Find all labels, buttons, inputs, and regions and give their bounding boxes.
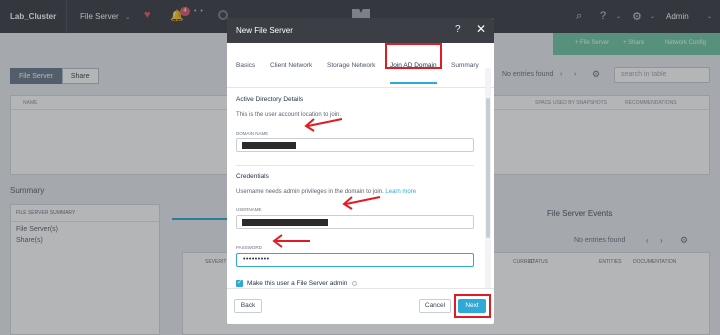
redacted-value — [242, 219, 328, 226]
section-divider — [236, 165, 474, 166]
domain-name-label: DOMAIN NAME — [236, 131, 269, 136]
section-ad-details: Active Directory Details — [236, 96, 304, 103]
step-summary[interactable]: Summary — [451, 43, 479, 88]
info-icon[interactable] — [352, 281, 357, 286]
password-input[interactable]: ••••••••• — [236, 253, 474, 267]
new-file-server-dialog: New File Server ? ✕ Basics Client Networ… — [227, 18, 494, 324]
annotation-arrow — [272, 234, 310, 248]
password-value: ••••••••• — [243, 256, 270, 263]
cancel-button[interactable]: Cancel — [419, 299, 451, 313]
annotation-arrow — [342, 196, 381, 210]
step-basics[interactable]: Basics — [236, 43, 255, 88]
username-input[interactable] — [236, 215, 474, 229]
wizard-steps: Basics Client Network Storage Network Jo… — [227, 43, 494, 88]
section-credentials: Credentials — [236, 173, 269, 180]
close-icon[interactable]: ✕ — [476, 22, 486, 36]
learn-more-link[interactable]: Learn more — [385, 189, 416, 195]
file-server-admin-label: Make this user a File Server admin — [247, 280, 348, 287]
help-icon[interactable]: ? — [455, 24, 461, 35]
file-server-admin-checkbox[interactable]: ✓ — [236, 280, 243, 287]
active-step-underline — [390, 82, 437, 84]
dialog-body: Active Directory Details This is the use… — [227, 88, 494, 288]
username-label: USERNAME — [236, 207, 262, 212]
step-client-network[interactable]: Client Network — [270, 43, 312, 88]
annotation-highlight-box — [454, 294, 491, 318]
dialog-header: New File Server ? ✕ — [227, 18, 494, 43]
password-label: PASSWORD — [236, 245, 262, 250]
domain-name-input[interactable] — [236, 138, 474, 152]
annotation-highlight-box — [385, 43, 442, 69]
back-button[interactable]: Back — [234, 299, 262, 313]
dialog-title: New File Server — [236, 26, 293, 35]
annotation-arrow — [304, 118, 343, 132]
credentials-description: Username needs admin privileges in the d… — [236, 189, 416, 195]
redacted-value — [242, 142, 296, 149]
step-storage-network[interactable]: Storage Network — [327, 43, 375, 88]
